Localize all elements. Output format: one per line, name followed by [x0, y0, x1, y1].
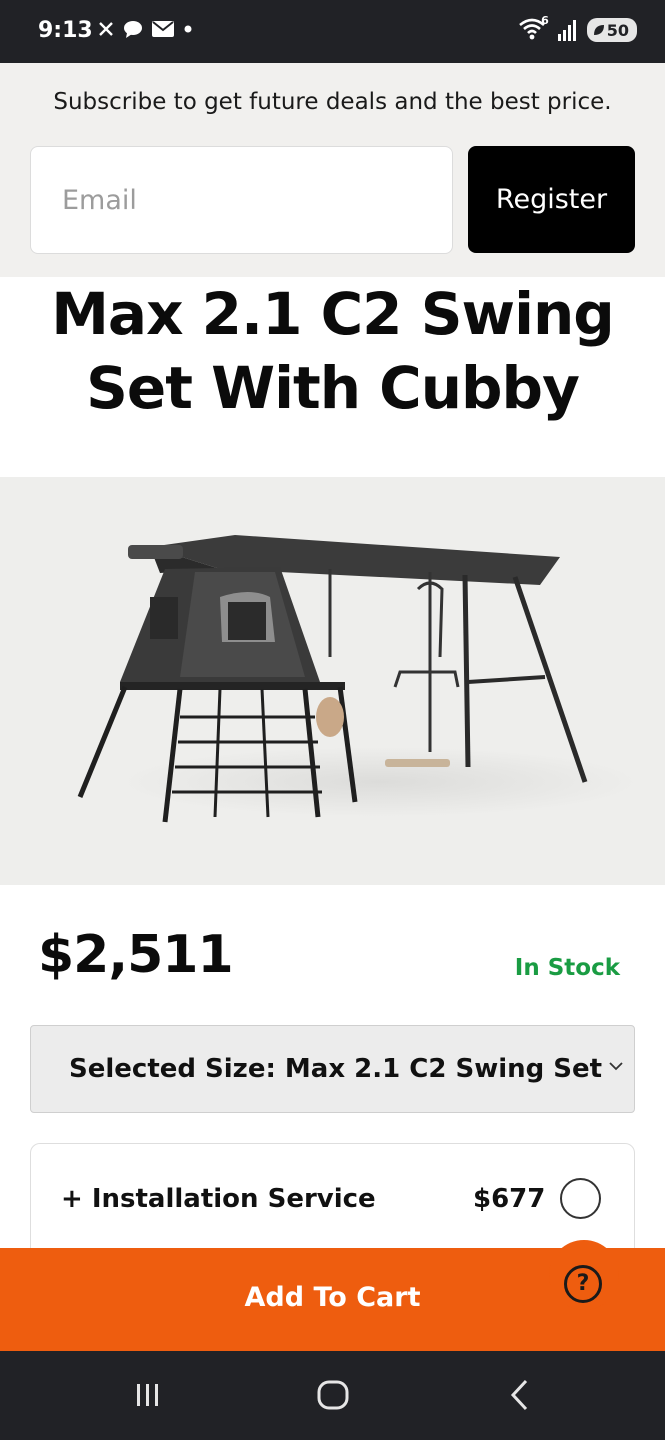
register-button[interactable]: Register [468, 146, 635, 253]
stock-status: In Stock [514, 955, 620, 981]
system-nav-bar [0, 1351, 665, 1440]
help-icon[interactable]: ? [564, 1265, 602, 1303]
recent-apps-button[interactable] [118, 1373, 178, 1417]
chat-icon [124, 21, 142, 38]
swing-set-illustration [0, 477, 665, 885]
back-icon [510, 1379, 528, 1411]
subscribe-banner: Subscribe to get future deals and the be… [0, 63, 665, 277]
add-to-cart-button[interactable]: Add To Cart ? [0, 1240, 665, 1351]
home-icon [317, 1380, 349, 1410]
email-field[interactable] [30, 146, 453, 254]
mail-icon [152, 21, 174, 37]
subscribe-message: Subscribe to get future deals and the be… [53, 89, 612, 115]
selected-size-label: Selected Size: Max 2.1 C2 Swing Set With… [69, 1054, 609, 1084]
wifi-icon: 6 [518, 14, 549, 42]
wifi-label: 6 [541, 14, 549, 27]
recent-apps-icon [137, 1384, 158, 1406]
dot-icon [184, 25, 192, 33]
x-icon [99, 22, 113, 36]
status-time: 9:13 [38, 18, 93, 43]
status-bar: 9:13 6 50 [0, 0, 665, 63]
product-title: Max 2.1 C2 Swing Set With Cubby [51, 280, 615, 422]
installation-price: $677 [473, 1184, 546, 1214]
product-price: $2,511 [38, 925, 234, 985]
chevron-down-icon [609, 1062, 623, 1071]
installation-radio[interactable] [560, 1178, 601, 1219]
signal-icon [557, 20, 576, 41]
charging-leaf-icon [593, 25, 604, 35]
notification-icons [98, 20, 193, 38]
battery-indicator: 50 [586, 18, 637, 42]
back-button[interactable] [490, 1373, 550, 1417]
product-image[interactable] [0, 477, 665, 885]
home-button[interactable] [303, 1373, 363, 1417]
battery-level: 50 [606, 20, 629, 40]
installation-label: + Installation Service [61, 1184, 376, 1214]
size-select[interactable]: Selected Size: Max 2.1 C2 Swing Set With… [30, 1025, 635, 1113]
status-right: 6 50 [518, 14, 637, 42]
